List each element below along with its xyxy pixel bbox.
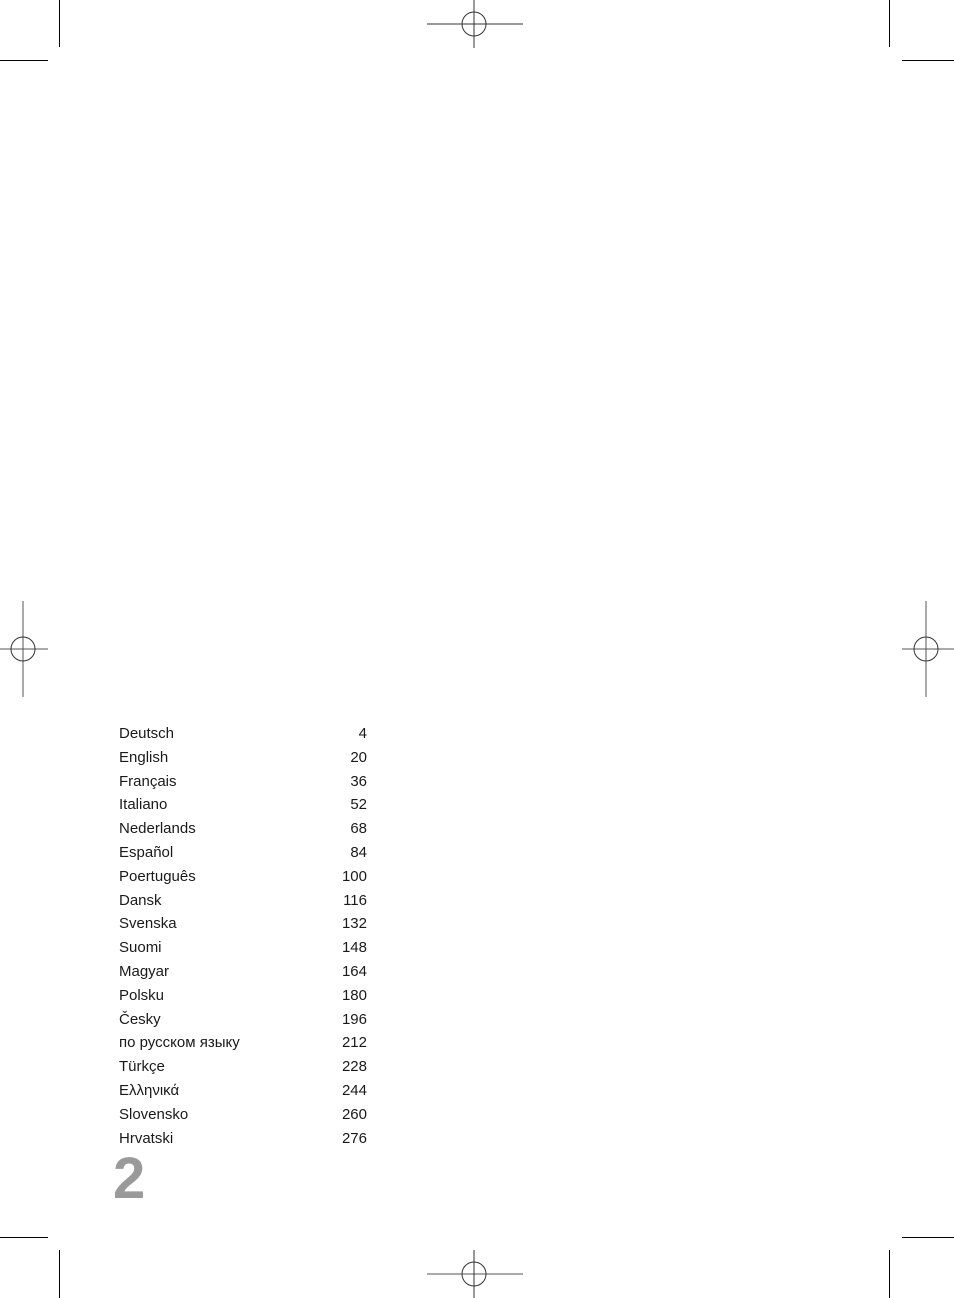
crop-mark-top-left-vertical (59, 0, 60, 47)
toc-entry[interactable]: Poertuguês 100 (119, 865, 367, 889)
toc-page-number: 4 (358, 725, 367, 742)
toc-entry[interactable]: Türkçe 228 (119, 1055, 367, 1079)
toc-page-number: 244 (341, 1081, 367, 1099)
crop-mark-top-right-vertical (889, 0, 890, 47)
toc-page-number: 36 (350, 772, 367, 790)
toc-page-number: 212 (341, 1034, 367, 1052)
toc-entry[interactable]: Español 84 (119, 841, 367, 865)
toc-language: Česky (119, 1010, 161, 1028)
crop-mark-top-right-horizontal (902, 60, 954, 61)
toc-entry[interactable]: English 20 (119, 746, 367, 770)
toc-language: по русском языку (119, 1034, 240, 1052)
toc-page-number: 84 (350, 843, 367, 861)
toc-entry[interactable]: Nederlands 68 (119, 817, 367, 841)
toc-page-number: 68 (350, 820, 367, 838)
toc-language: Magyar (119, 962, 170, 980)
registration-mark-top-icon (427, 0, 523, 48)
toc-entry[interactable]: Svenska 132 (119, 912, 367, 936)
toc-language: Français (119, 772, 177, 790)
toc-entry[interactable]: Magyar 164 (119, 960, 367, 984)
toc-page-number: 260 (341, 1105, 367, 1123)
toc-page-number: 116 (343, 891, 367, 909)
toc-entry[interactable]: Česky 196 (119, 1008, 367, 1032)
language-table-of-contents: Deutsch 4 English 20 Français 36 Italiano 52 Ned… (119, 722, 367, 1150)
toc-language: Nederlands (119, 820, 196, 838)
toc-page-number: 148 (341, 939, 367, 957)
crop-mark-bottom-right-horizontal (902, 1237, 954, 1238)
toc-entry[interactable]: Italiano 52 (119, 793, 367, 817)
toc-entry[interactable]: Français 36 (119, 770, 367, 794)
toc-entry[interactable]: Suomi 148 (119, 936, 367, 960)
toc-page-number: 164 (341, 962, 367, 980)
toc-page-number: 276 (341, 1129, 367, 1147)
toc-language: Dansk (119, 891, 162, 909)
toc-language: Deutsch (119, 725, 175, 742)
toc-language: Italiano (119, 796, 168, 814)
toc-page-number: 20 (350, 748, 367, 766)
registration-mark-bottom-icon (427, 1250, 523, 1298)
crop-mark-bottom-left-vertical (59, 1250, 60, 1298)
toc-language: Ελληνικά (119, 1081, 180, 1099)
page-number: 2 (113, 1146, 146, 1211)
toc-page-number: 196 (341, 1010, 367, 1028)
toc-language: Slovensko (119, 1105, 189, 1123)
toc-page-number: 52 (350, 796, 367, 814)
toc-entry[interactable]: по русском языку 212 (119, 1031, 367, 1055)
toc-page-number: 228 (341, 1058, 367, 1076)
toc-language: Türkçe (119, 1058, 165, 1076)
toc-page-number: 180 (341, 986, 367, 1004)
toc-entry[interactable]: Slovensko 260 (119, 1103, 367, 1127)
toc-entry[interactable]: Deutsch 4 (119, 722, 367, 746)
toc-language: Poertuguês (119, 867, 196, 885)
toc-language: Español (119, 843, 174, 861)
registration-mark-left-icon (0, 601, 48, 697)
crop-mark-bottom-right-vertical (889, 1250, 890, 1298)
crop-mark-top-left-horizontal (0, 60, 48, 61)
toc-page-number: 132 (341, 915, 367, 933)
crop-mark-bottom-left-horizontal (0, 1237, 48, 1238)
toc-language: Svenska (119, 915, 177, 933)
registration-mark-right-icon (902, 601, 954, 697)
toc-entry[interactable]: Dansk 116 (119, 889, 367, 913)
toc-entry[interactable]: Hrvatski 276 (119, 1127, 367, 1151)
toc-language: Suomi (119, 939, 162, 957)
toc-page-number: 100 (341, 867, 367, 885)
toc-language: Polsku (119, 986, 165, 1004)
toc-entry[interactable]: Ελληνικά 244 (119, 1079, 367, 1103)
toc-language: English (119, 748, 169, 766)
toc-entry[interactable]: Polsku 180 (119, 984, 367, 1008)
